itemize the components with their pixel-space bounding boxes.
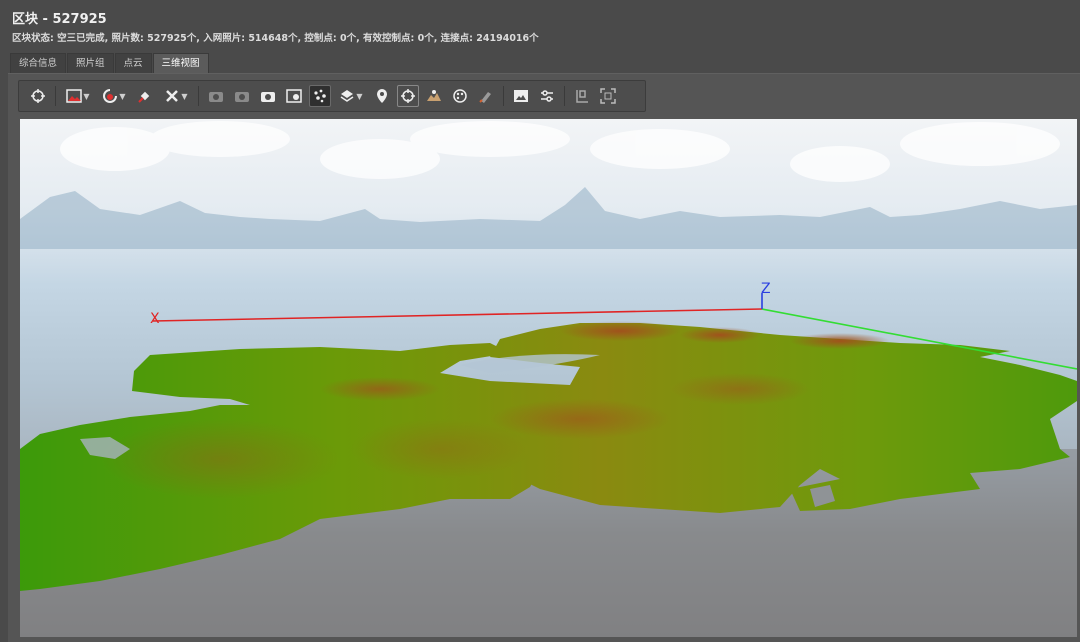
block-header: 区块 - 527925 区块状态: 空三已完成, 照片数: 527925个, 入… [0,0,1080,50]
tools-dropdown-icon[interactable]: ▼ [160,85,192,107]
view-tabs: 综合信息 照片组 点云 三维视图 [10,53,210,73]
tab-photo-groups[interactable]: 照片组 [67,53,114,73]
layers-dropdown-icon[interactable]: ▼ [335,85,367,107]
satellite-icon[interactable] [134,85,156,107]
photo-icon[interactable] [257,85,279,107]
picture-icon[interactable] [510,85,532,107]
toolbar-separator [503,86,504,106]
axis-x-label: X [150,311,160,327]
camera-alt-icon[interactable] [231,85,253,107]
sliders-icon[interactable] [536,85,558,107]
color-dropdown-icon[interactable]: ▼ [98,85,130,107]
tab-point-cloud[interactable]: 点云 [114,53,152,73]
3d-view-toolbar: ▼ ▼ ▼ ▼ [18,80,646,112]
block-title: 区块 - 527925 [12,12,107,27]
fit-view-icon[interactable] [597,85,619,107]
camera-icon[interactable] [205,85,227,107]
image-dropdown-icon[interactable]: ▼ [62,85,94,107]
target-icon[interactable] [397,85,419,107]
location-pin-icon[interactable] [371,85,393,107]
toolbar-separator [55,86,56,106]
point-cloud-icon[interactable] [309,85,331,107]
toolbar-separator [198,86,199,106]
3d-viewport[interactable]: X Z [20,119,1077,637]
block-status-text: 区块状态: 空三已完成, 照片数: 527925个, 入网照片: 514648个… [12,33,539,44]
image-compare-icon[interactable] [283,85,305,107]
axis-z-label: Z [761,281,771,297]
navigate-icon[interactable] [27,85,49,107]
measure-icon[interactable] [571,85,593,107]
tab-overview[interactable]: 综合信息 [10,53,67,73]
3d-scene: X Z [20,119,1077,637]
toolbar-separator [564,86,565,106]
terrain-icon[interactable] [423,85,445,107]
brush-icon[interactable] [475,85,497,107]
tab-3d-view[interactable]: 三维视图 [152,53,209,73]
palette-icon[interactable] [449,85,471,107]
